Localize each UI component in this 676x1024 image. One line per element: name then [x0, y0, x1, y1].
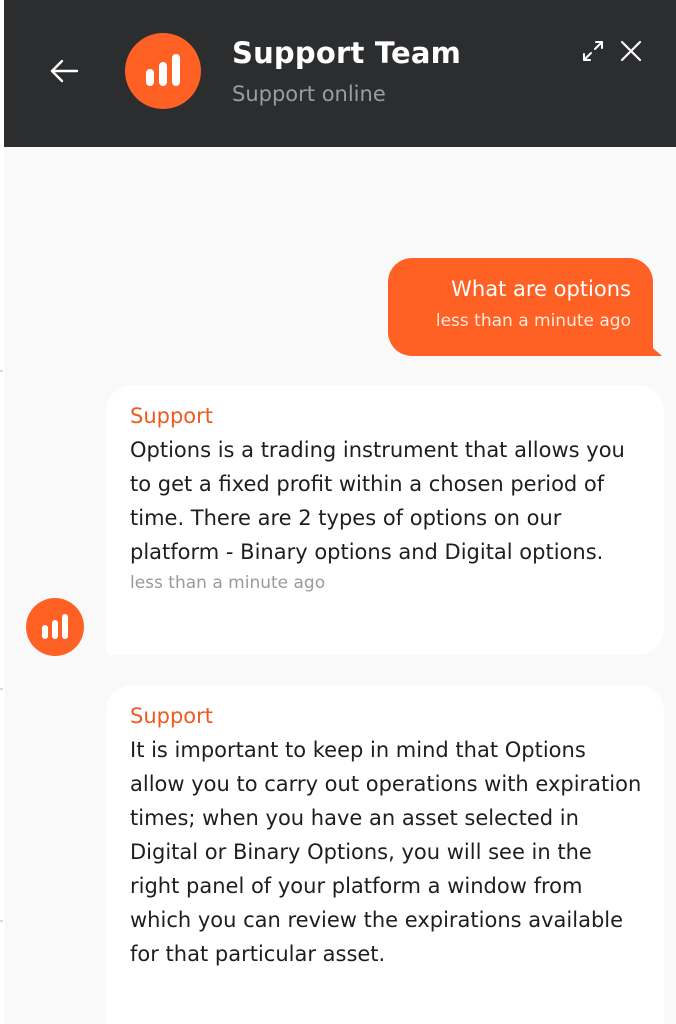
close-icon	[620, 40, 642, 62]
chat-status: Support online	[232, 82, 386, 106]
expand-button[interactable]	[580, 38, 606, 64]
agent-message-time: less than a minute ago	[130, 573, 326, 593]
agent-message-text: It is important to keep in mind that Opt…	[130, 738, 642, 966]
back-button[interactable]	[46, 54, 82, 88]
close-button[interactable]	[618, 38, 644, 64]
agent-message-bubble: Support Options is a trading instrument …	[106, 385, 664, 655]
chat-header: Support Team Support online	[4, 0, 676, 147]
bar-chart-logo-icon	[26, 598, 84, 656]
agent-avatar	[26, 598, 84, 656]
support-avatar	[125, 33, 201, 109]
user-message-text: What are options	[451, 277, 631, 301]
sender-label: Support	[130, 404, 214, 428]
user-message-bubble: What are options less than a minute ago	[388, 258, 662, 356]
edge-divider	[0, 920, 3, 922]
bar-chart-logo-icon	[125, 33, 201, 109]
arrow-left-icon	[50, 59, 79, 83]
expand-icon	[583, 41, 603, 61]
edge-divider	[0, 688, 3, 690]
user-message-time: less than a minute ago	[435, 311, 631, 331]
chat-window: Support Team Support online What are opt…	[4, 0, 676, 1024]
edge-divider	[0, 370, 3, 372]
bubble-tail	[646, 342, 662, 356]
agent-message-bubble: Support It is important to keep in mind …	[106, 685, 664, 1024]
chat-title: Support Team	[232, 36, 462, 70]
support-chat-page: Support Team Support online What are opt…	[0, 0, 676, 1024]
agent-message-text: Options is a trading instrument that all…	[130, 438, 625, 564]
sender-label: Support	[130, 704, 214, 728]
